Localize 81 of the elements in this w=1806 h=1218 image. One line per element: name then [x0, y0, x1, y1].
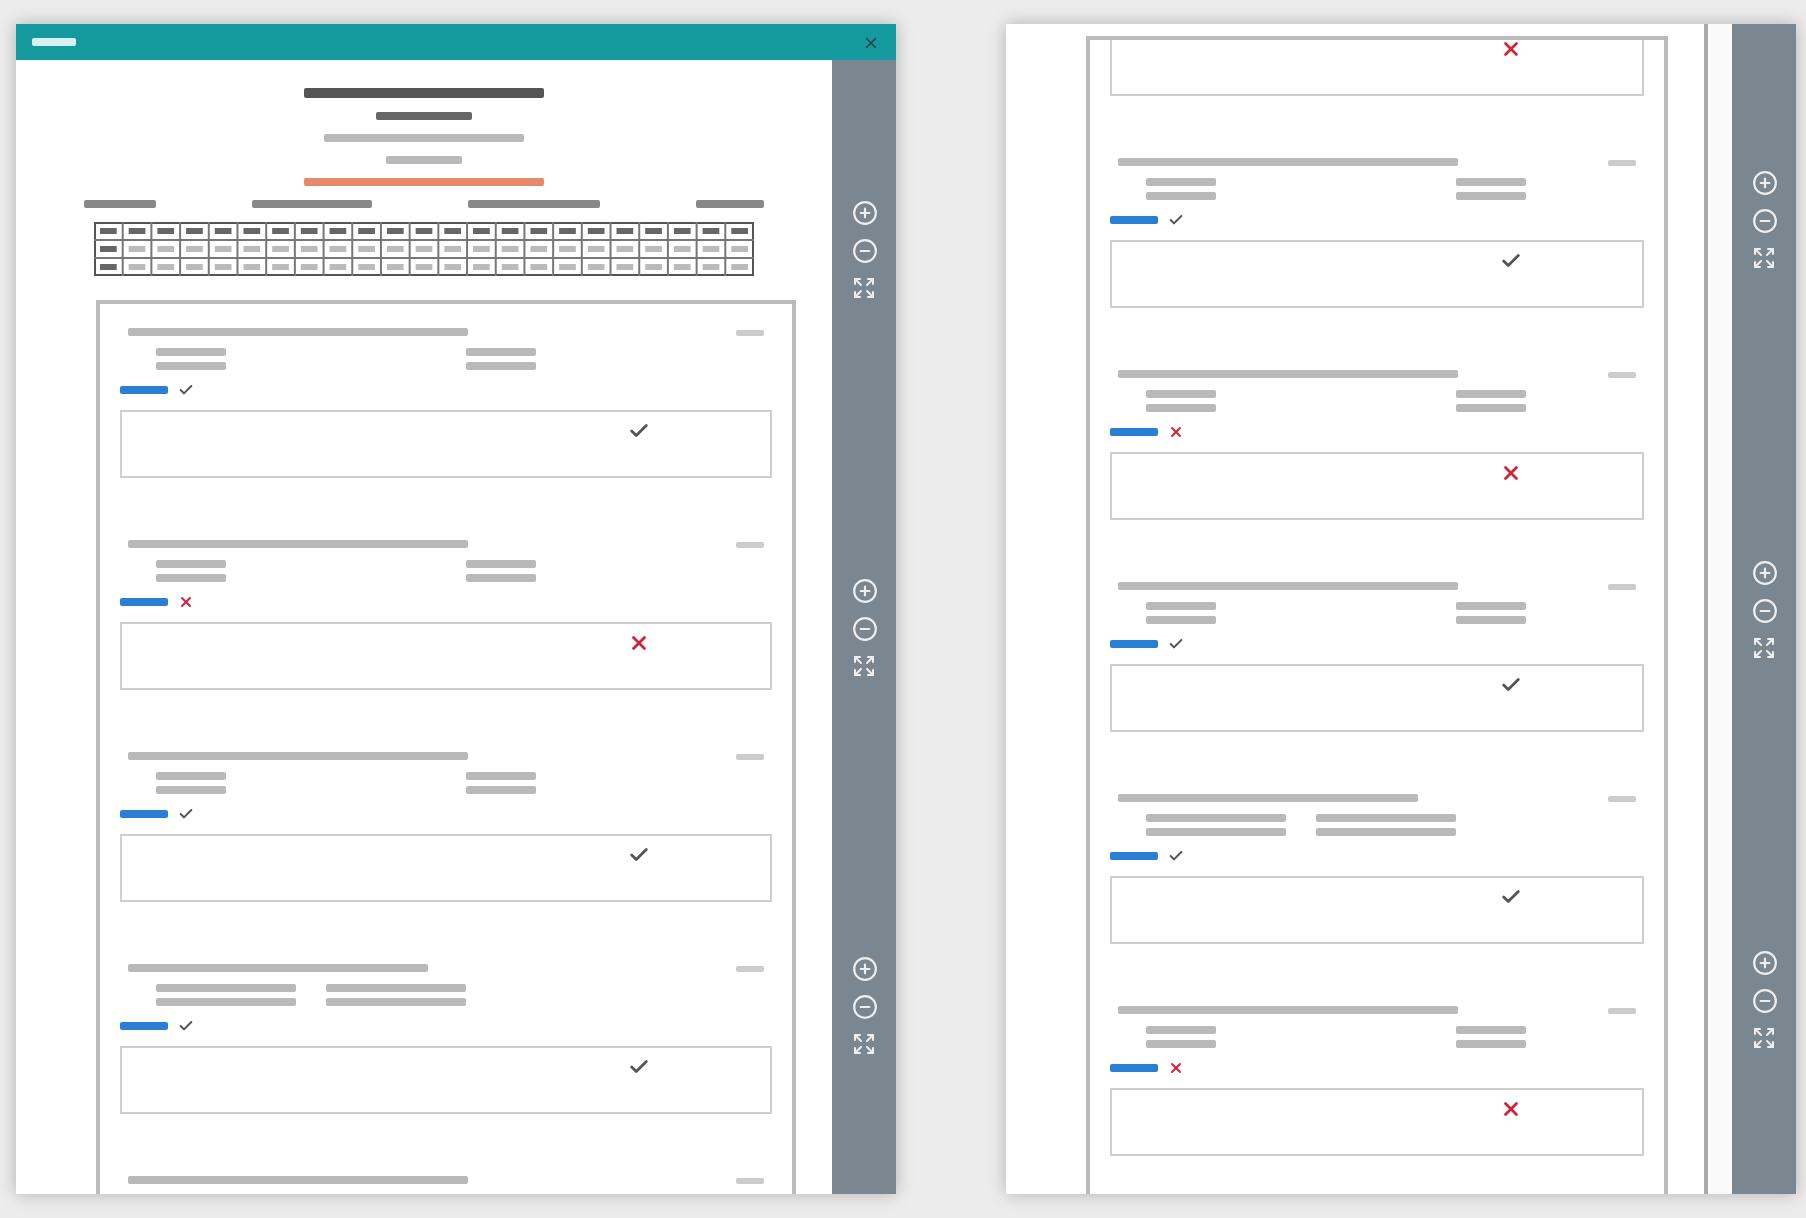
blurred-text — [156, 362, 226, 370]
blurred-text — [1456, 616, 1526, 624]
zoom-in-icon[interactable] — [851, 577, 877, 603]
blurred-text — [120, 810, 168, 818]
blurred-text — [466, 362, 536, 370]
blurred-text — [1608, 1007, 1636, 1013]
blurred-text — [32, 38, 76, 46]
blurred-text — [386, 156, 462, 164]
blurred-text — [156, 984, 296, 992]
blurred-text — [1456, 1040, 1526, 1048]
blurred-text — [1456, 404, 1526, 412]
blurred-text — [696, 200, 764, 208]
blurred-text — [156, 998, 296, 1006]
blurred-text — [1456, 178, 1526, 186]
zoom-out-icon[interactable] — [851, 615, 877, 641]
blurred-text — [156, 786, 226, 794]
zoom-in-icon[interactable] — [1751, 169, 1777, 195]
zoom-in-icon[interactable] — [1751, 559, 1777, 585]
blurred-text — [468, 200, 600, 208]
blurred-text — [736, 753, 764, 759]
blurred-text — [466, 786, 536, 794]
zoom-out-icon[interactable] — [851, 993, 877, 1019]
zoom-out-icon[interactable] — [1751, 597, 1777, 623]
blurred-text — [1146, 602, 1216, 610]
blurred-text — [1146, 828, 1286, 836]
blurred-text — [326, 984, 466, 992]
blurred-text — [1608, 159, 1636, 165]
close-icon[interactable] — [862, 33, 880, 51]
blurred-text — [1456, 1026, 1526, 1034]
blurred-text — [1110, 852, 1158, 860]
blurred-text — [376, 112, 472, 120]
fullscreen-icon[interactable] — [1752, 635, 1776, 659]
blurred-text — [1608, 583, 1636, 589]
fullscreen-icon[interactable] — [852, 275, 876, 299]
blurred-text — [1110, 1064, 1158, 1072]
blurred-text — [736, 1177, 764, 1183]
zoom-out-icon[interactable] — [1751, 207, 1777, 233]
blurred-text — [736, 541, 764, 547]
blurred-text — [1456, 602, 1526, 610]
zoom-out-icon[interactable] — [1751, 987, 1777, 1013]
blurred-text — [1316, 814, 1456, 822]
zoom-in-icon[interactable] — [851, 955, 877, 981]
fullscreen-icon[interactable] — [852, 653, 876, 677]
blurred-text — [466, 574, 536, 582]
blurred-text — [1456, 192, 1526, 200]
fullscreen-icon[interactable] — [852, 1031, 876, 1055]
blurred-text — [1608, 371, 1636, 377]
zoom-in-icon[interactable] — [851, 199, 877, 225]
blurred-text — [1146, 1040, 1216, 1048]
blurred-text — [736, 965, 764, 971]
blurred-text — [120, 1022, 168, 1030]
blurred-text — [1146, 616, 1216, 624]
blurred-text — [1608, 795, 1636, 801]
blurred-text — [1110, 428, 1158, 436]
blurred-text — [466, 772, 536, 780]
blurred-text — [736, 329, 764, 335]
blurred-text — [1146, 390, 1216, 398]
blurred-text — [252, 200, 372, 208]
blurred-text — [466, 348, 536, 356]
blurred-text — [466, 560, 536, 568]
blurred-text — [156, 574, 226, 582]
blurred-text — [156, 560, 226, 568]
blurred-text — [326, 998, 466, 1006]
blurred-text — [1146, 1026, 1216, 1034]
blurred-text — [120, 598, 168, 606]
blurred-text — [156, 772, 226, 780]
blurred-text — [1110, 216, 1158, 224]
blurred-text — [1146, 814, 1286, 822]
blurred-text — [84, 200, 156, 208]
blurred-text — [1146, 192, 1216, 200]
blurred-text — [1146, 404, 1216, 412]
zoom-in-icon[interactable] — [1751, 949, 1777, 975]
fullscreen-icon[interactable] — [1752, 1025, 1776, 1049]
zoom-out-icon[interactable] — [851, 237, 877, 263]
fullscreen-icon[interactable] — [1752, 245, 1776, 269]
blurred-text — [156, 348, 226, 356]
blurred-text — [1146, 178, 1216, 186]
blurred-text — [1110, 640, 1158, 648]
blurred-text — [1456, 390, 1526, 398]
blurred-text — [1316, 828, 1456, 836]
blurred-text — [120, 386, 168, 394]
